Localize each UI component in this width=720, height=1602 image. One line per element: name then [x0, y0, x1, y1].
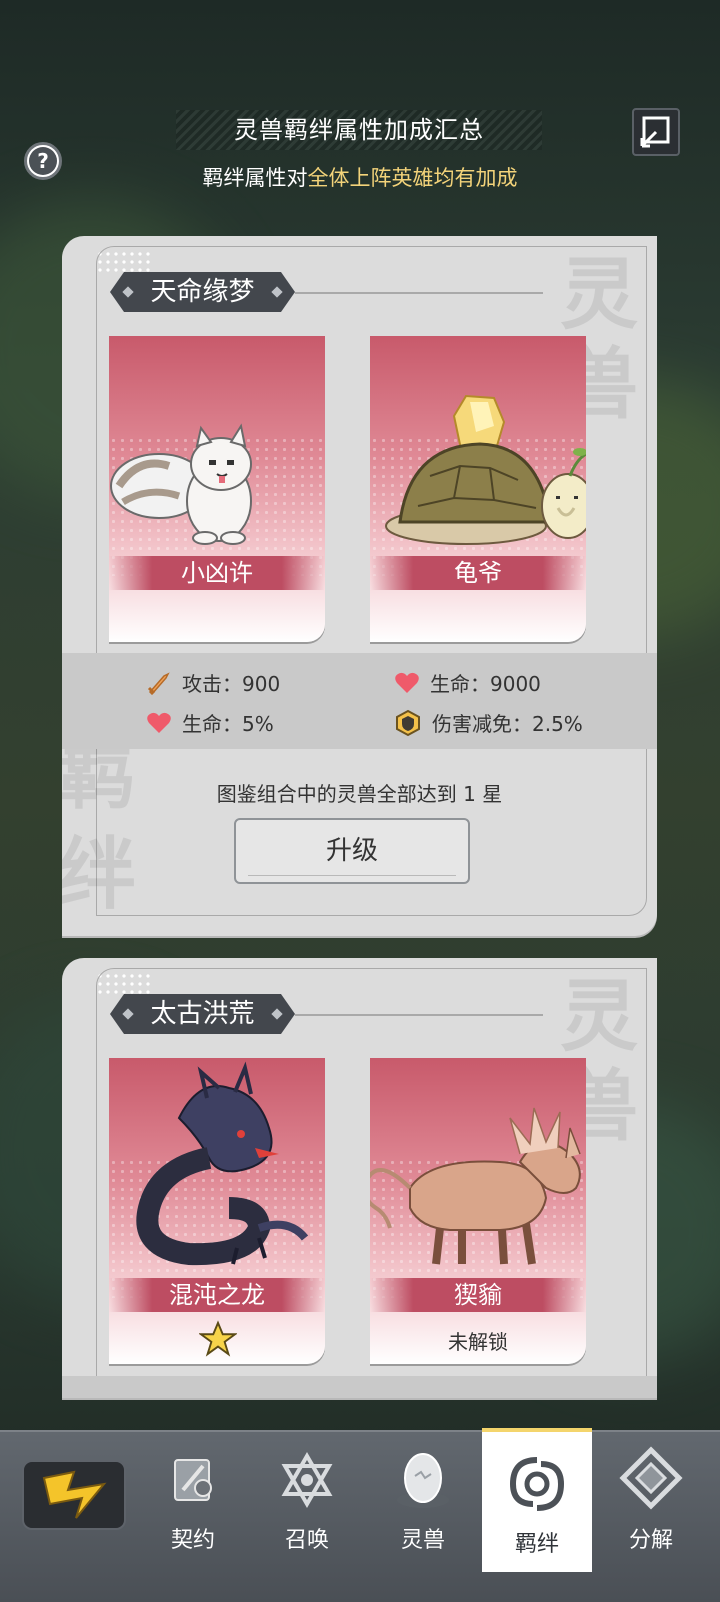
stat-text: 伤害减免：2.5% [432, 712, 583, 736]
nav-label: 召唤 [284, 1528, 329, 1553]
beast-card[interactable]: 龟爷 [370, 336, 586, 642]
help-icon[interactable]: ? [24, 142, 62, 180]
bond-group-panel-2: 灵 兽 太古洪荒 混沌之龙 猰貐 未解锁 [62, 958, 657, 1398]
stat-damage-reduction: 伤害减免：2.5% [394, 708, 583, 737]
group-divider [295, 1014, 543, 1016]
group-label: 太古洪荒 [110, 994, 295, 1034]
shield-icon [396, 709, 420, 736]
bond-stats [62, 1376, 657, 1398]
bond-group-panel-1: 灵 兽 羁 绊 天命缘梦 小凶许 龟爷 攻击：900 生命：9000 生命：5%… [62, 236, 657, 936]
nav-item-decompose[interactable]: 分解 [596, 1432, 706, 1572]
exit-icon[interactable] [632, 108, 680, 156]
beast-name: 小凶许 [109, 556, 325, 590]
nav-item-bond[interactable]: 羁绊 [482, 1428, 592, 1572]
unlock-status: 未解锁 [448, 1330, 508, 1354]
decor-watermark: 灵 [560, 250, 639, 340]
group-label: 天命缘梦 [110, 272, 295, 312]
nav-item-beast[interactable]: 灵兽 [368, 1432, 478, 1572]
bond-icon [509, 1457, 565, 1511]
subtitle-prefix: 羁绊属性对 [202, 166, 308, 190]
beast-name: 猰貐 [370, 1278, 586, 1312]
stat-hp-percent: 生命：5% [146, 708, 274, 737]
beast-card[interactable]: 小凶许 [109, 336, 325, 642]
page-subtitle: 羁绊属性对全体上阵英雄均有加成 [0, 162, 720, 192]
exit-glyph-icon [640, 116, 670, 148]
beast-name: 混沌之龙 [109, 1278, 325, 1312]
chaos-dragon-icon [136, 1061, 309, 1266]
summon-icon [281, 1452, 333, 1508]
decompose-icon [619, 1446, 683, 1510]
nav-label: 契约 [170, 1528, 215, 1553]
contract-icon [174, 1459, 212, 1501]
nav-label: 羁绊 [514, 1532, 559, 1557]
beast-card[interactable]: 混沌之龙 [109, 1058, 325, 1364]
stat-attack: 攻击：900 [146, 668, 280, 697]
stat-hp: 生命：9000 [394, 668, 541, 697]
decor-watermark: 绊 [62, 830, 137, 920]
page-title: 灵兽羁绊属性加成汇总 [176, 110, 542, 150]
white-squirrel-icon [110, 423, 252, 545]
stat-text: 生命：5% [182, 712, 274, 736]
stat-text: 生命：9000 [430, 672, 541, 696]
upgrade-button[interactable]: 升级 [234, 818, 470, 884]
beast-card[interactable]: 猰貐 未解锁 [370, 1058, 586, 1364]
nav-label: 灵兽 [400, 1528, 445, 1553]
star-icon [199, 1320, 237, 1357]
quick-action-button[interactable] [22, 1460, 126, 1530]
bottom-nav: 契约 召唤 灵兽 羁绊 分解 [0, 1428, 720, 1602]
heart-icon [395, 672, 419, 693]
subtitle-highlight: 全体上阵英雄均有加成 [307, 166, 518, 190]
egg-icon [397, 1453, 449, 1508]
nav-item-contract[interactable]: 契约 [138, 1432, 248, 1572]
crystal-turtle-icon [385, 394, 586, 545]
beast-yayu-icon [370, 1107, 581, 1265]
heart-icon [147, 712, 171, 733]
nav-label: 分解 [628, 1528, 673, 1553]
group-divider [295, 292, 543, 294]
group-label-text: 太古洪荒 [150, 999, 255, 1029]
stat-text: 攻击：900 [182, 672, 281, 696]
upgrade-requirement: 图鉴组合中的灵兽全部达到 1 星 [216, 782, 503, 806]
group-label-text: 天命缘梦 [150, 277, 255, 307]
nav-item-summon[interactable]: 召唤 [252, 1432, 362, 1572]
decor-watermark: 灵 [560, 972, 639, 1062]
beast-name: 龟爷 [370, 556, 586, 590]
sword-icon [147, 671, 170, 695]
lightning-icon [42, 1470, 107, 1519]
